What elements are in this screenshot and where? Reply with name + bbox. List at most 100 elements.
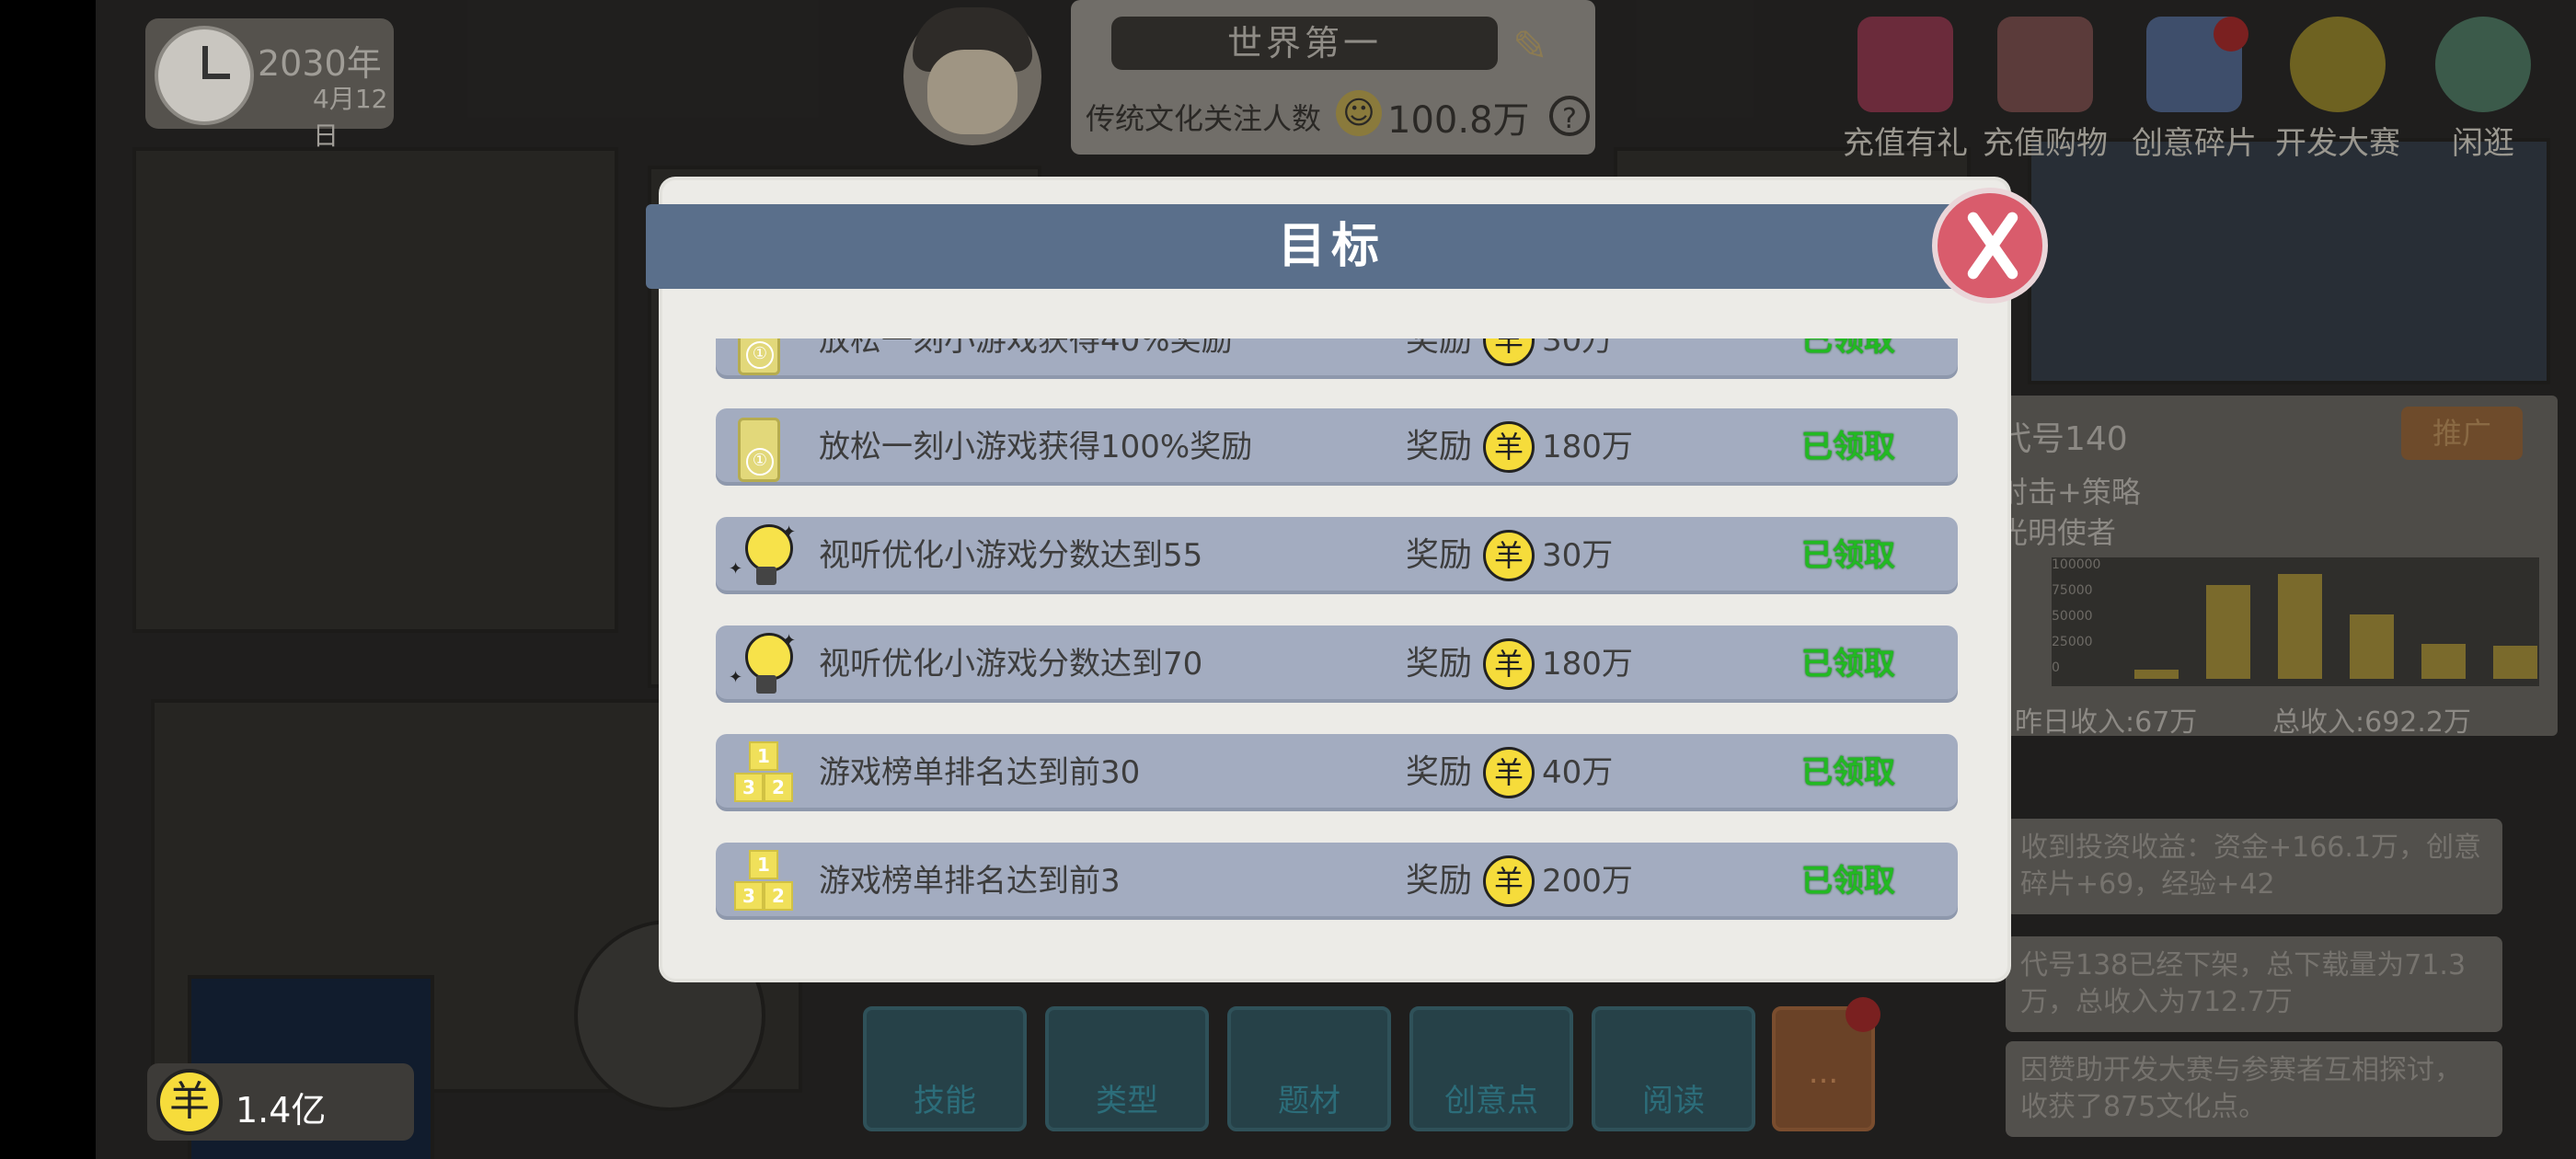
top-menu-label: 开发大赛 [2275, 125, 2400, 162]
message-item: 代号138已经下架，总下载量为71.3万，总收入为712.7万 [2006, 936, 2502, 1032]
year-text: 2030年 [258, 43, 382, 84]
top-menu-stroll[interactable]: 闲逛 [2414, 17, 2552, 162]
bottom-label: 题材 [1278, 1083, 1340, 1119]
goal-text: 游戏榜单排名达到前30 [819, 754, 1141, 791]
fans-label: 传统文化关注人数 [1086, 101, 1322, 136]
reward-label: 奖励 [1406, 645, 1473, 683]
coin-icon: 羊 [1483, 638, 1535, 690]
reward-label: 奖励 [1406, 753, 1473, 791]
close-button[interactable] [1932, 188, 2048, 304]
avatar-face [927, 50, 1018, 134]
player-avatar[interactable] [903, 7, 1041, 145]
top-menu-recharge-shop[interactable]: 充值购物 [1976, 17, 2114, 162]
income-chart: 100000 75000 50000 25000 0 [2052, 557, 2539, 686]
chart-bar [2206, 585, 2250, 679]
shop-icon [1997, 17, 2093, 112]
lightbulb-icon: ✦ ✦ [729, 631, 796, 697]
reward-label: 奖励 [1406, 862, 1473, 900]
goal-text: 放松一刻小游戏获得100%奖励 [819, 429, 1253, 465]
yesterday-income: 昨日收入:67万 [2015, 706, 2198, 739]
bottom-label: 技能 [914, 1083, 976, 1119]
chart-tick-label: 25000 [2052, 635, 2093, 649]
genre-button[interactable]: 类型 [1045, 1006, 1209, 1131]
code-badge-icon [2290, 17, 2386, 112]
reward-label: 奖励 [1406, 536, 1473, 574]
chart-bar [2350, 614, 2394, 679]
chart-tick-label: 100000 [2052, 557, 2101, 572]
claim-status[interactable]: 已领取 [1801, 339, 1895, 379]
claim-status[interactable]: 已领取 [1801, 734, 1895, 811]
top-menu-label: 闲逛 [2452, 125, 2514, 162]
ranking-blocks-icon: 1 3 2 [729, 740, 795, 806]
chart-bar [2493, 646, 2537, 679]
bottom-label: 阅读 [1642, 1083, 1705, 1119]
game-info-panel: 代号140 推广 射击+策略 光明使者 100000 75000 50000 2500… [1914, 396, 2558, 739]
coin-icon: 羊 [1483, 530, 1535, 581]
creative-points-button[interactable]: 创意点 [1409, 1006, 1573, 1131]
message-item: 收到投资收益：资金+166.1万，创意碎片+69，经验+42 [2006, 819, 2502, 914]
date-text: 4月12日 [313, 84, 388, 151]
chart-tick-label: 50000 [2052, 609, 2093, 624]
reward-amount: 30万 [1542, 537, 1614, 574]
reward-amount: 40万 [1542, 754, 1614, 791]
rank-banner: 世界第一 ✎ 传统文化关注人数 ☺ 100.8万 ? [1071, 0, 1595, 155]
total-income: 总收入:692.2万 [2272, 706, 2471, 739]
claim-status[interactable]: 已领取 [1801, 625, 1895, 703]
reward-label: 奖励 [1406, 428, 1473, 465]
claim-status[interactable]: 已领取 [1801, 517, 1895, 594]
money-value: 1.4亿 [236, 1090, 327, 1130]
top-menu-label: 充值有礼 [1843, 125, 1968, 162]
reward-label: 奖励 [1406, 339, 1473, 359]
bottom-label: 创意点 [1444, 1083, 1538, 1119]
fans-value: 100.8万 [1387, 99, 1530, 142]
coin-icon: 羊 [156, 1069, 223, 1135]
chart-bar [2421, 644, 2466, 679]
game-genre: 射击+策略 [1998, 475, 2141, 510]
game-title: 代号140 [1998, 420, 2128, 458]
promote-button[interactable]: 推广 [2401, 407, 2523, 460]
gift-box-icon [1857, 17, 1953, 112]
goal-text: 视听优化小游戏分数达到55 [819, 537, 1203, 574]
clock-icon [155, 26, 254, 125]
top-menu-label: 充值购物 [1983, 125, 2108, 162]
message-log: 收到投资收益：资金+166.1万，创意碎片+69，经验+42 代号138已经下架… [2006, 800, 2539, 1150]
top-menu-recharge-gift[interactable]: 充值有礼 [1836, 17, 1974, 162]
goal-text: 视听优化小游戏分数达到70 [819, 646, 1203, 683]
more-dots: ... [1808, 1054, 1839, 1091]
game-name: 光明使者 [1998, 515, 2117, 550]
reading-button[interactable]: 阅读 [1592, 1006, 1755, 1131]
date-widget: 2030年 4月12日 [145, 18, 394, 151]
tree-bench-icon [2435, 17, 2531, 112]
reward-amount: 180万 [1542, 429, 1633, 465]
coin-icon: 羊 [1483, 421, 1535, 473]
modal-title: 目标 [1277, 219, 1385, 274]
lightbulb-icon: ✦ ✦ [729, 522, 796, 589]
chart-bar [2134, 670, 2179, 679]
coin-icon: 羊 [1483, 747, 1535, 798]
theme-button[interactable]: 题材 [1227, 1006, 1391, 1131]
claim-status[interactable]: 已领取 [1801, 843, 1895, 920]
bottom-label: 类型 [1096, 1083, 1158, 1119]
skills-button[interactable]: 技能 [863, 1006, 1027, 1131]
goal-row: 1 3 2 游戏榜单排名达到前3 奖励 羊 200万 已领取 [716, 843, 1958, 920]
modal-header: 目标 [646, 204, 2017, 289]
goal-row: 1 3 2 游戏榜单排名达到前30 奖励 羊 40万 已领取 [716, 734, 1958, 811]
goal-row: ① 放松一刻小游戏获得40%奖励 奖励 羊 30万 已领取 [716, 339, 1958, 379]
notification-dot [1846, 997, 1880, 1032]
top-menu-dev-contest[interactable]: 开发大赛 [2269, 17, 2407, 162]
coin-icon: 羊 [1483, 339, 1535, 366]
goal-text: 放松一刻小游戏获得40%奖励 [819, 339, 1233, 359]
goals-list[interactable]: ① 放松一刻小游戏获得40%奖励 奖励 羊 30万 已领取 ① 放松一刻小游戏获… [716, 339, 1958, 936]
ticket-icon: ① [729, 339, 795, 375]
help-icon[interactable]: ? [1549, 96, 1590, 136]
chart-bar [2278, 574, 2322, 679]
chart-tick-label: 0 [2052, 660, 2060, 675]
smile-icon: ☺ [1336, 90, 1382, 136]
top-menu-label: 创意碎片 [2132, 125, 2257, 162]
pencil-icon[interactable]: ✎ [1512, 20, 1564, 72]
claim-status[interactable]: 已领取 [1801, 408, 1895, 486]
goal-row: ✦ ✦ 视听优化小游戏分数达到70 奖励 羊 180万 已领取 [716, 625, 1958, 703]
reward-amount: 200万 [1542, 863, 1633, 900]
money-display: 羊 1.4亿 [147, 1063, 414, 1141]
goal-row: ① 放松一刻小游戏获得100%奖励 奖励 羊 180万 已领取 [716, 408, 1958, 486]
